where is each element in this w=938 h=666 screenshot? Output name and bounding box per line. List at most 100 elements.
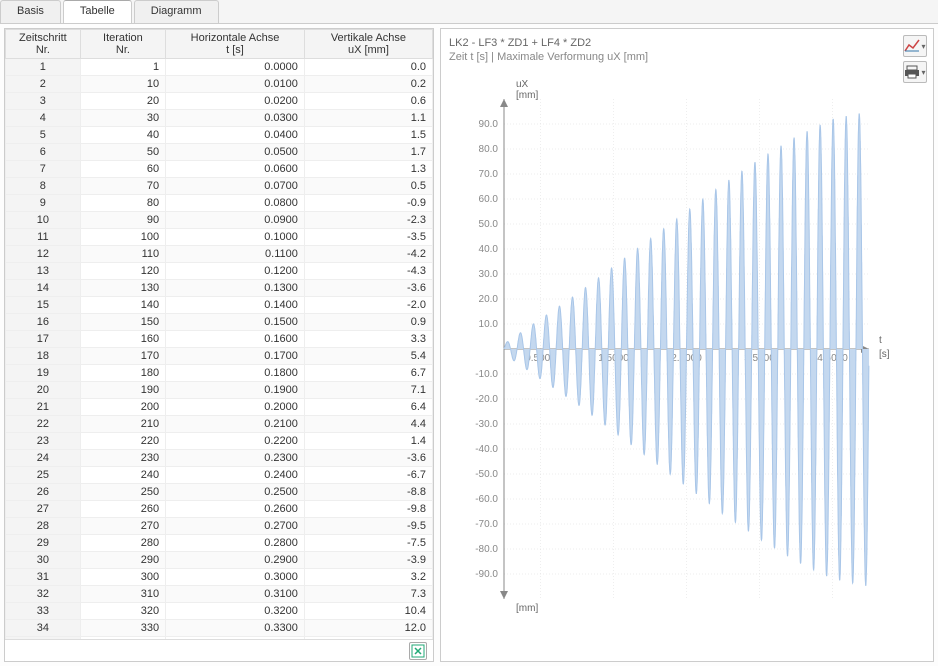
svg-text:t: t bbox=[879, 335, 882, 346]
table-row[interactable]: 4300.03001.1 bbox=[6, 110, 433, 127]
cell: 23 bbox=[6, 433, 81, 450]
cell: 0.0000 bbox=[166, 59, 305, 76]
cell: 4 bbox=[6, 110, 81, 127]
cell: 10.4 bbox=[304, 603, 432, 620]
cell: 0.2100 bbox=[166, 416, 305, 433]
cell: -4.2 bbox=[304, 246, 432, 263]
table-row[interactable]: 141300.1300-3.6 bbox=[6, 280, 433, 297]
cell: 1.3 bbox=[304, 161, 432, 178]
table-row[interactable]: 3200.02000.6 bbox=[6, 93, 433, 110]
cell: 0.1000 bbox=[166, 229, 305, 246]
cell: -3.6 bbox=[304, 280, 432, 297]
svg-text:70.0: 70.0 bbox=[479, 169, 499, 180]
cell: 170 bbox=[80, 348, 165, 365]
export-excel-button[interactable] bbox=[409, 642, 427, 660]
cell: 90 bbox=[80, 212, 165, 229]
data-table: ZeitschrittIterationHorizontale AchseVer… bbox=[5, 29, 433, 639]
chart-style-button[interactable]: ▾ bbox=[903, 35, 927, 57]
cell: 15 bbox=[6, 297, 81, 314]
table-row[interactable]: 343300.330012.0 bbox=[6, 620, 433, 637]
table-row[interactable]: 302900.2900-3.9 bbox=[6, 552, 433, 569]
cell: 0.2600 bbox=[166, 501, 305, 518]
svg-text:[mm]: [mm] bbox=[516, 603, 538, 614]
table-row[interactable]: 232200.22001.4 bbox=[6, 433, 433, 450]
table-row[interactable]: 151400.1400-2.0 bbox=[6, 297, 433, 314]
table-row[interactable]: 242300.2300-3.6 bbox=[6, 450, 433, 467]
cell: 0.6 bbox=[304, 93, 432, 110]
cell: -6.7 bbox=[304, 467, 432, 484]
table-row[interactable]: 282700.2700-9.5 bbox=[6, 518, 433, 535]
cell: -9.8 bbox=[304, 501, 432, 518]
chart-subtitle: Zeit t [s] | Maximale Verformung uX [mm] bbox=[449, 51, 925, 63]
cell: 30 bbox=[6, 552, 81, 569]
cell: -9.5 bbox=[304, 518, 432, 535]
cell: 1.7 bbox=[304, 144, 432, 161]
table-row[interactable]: 191800.18006.7 bbox=[6, 365, 433, 382]
table-row[interactable]: 333200.320010.4 bbox=[6, 603, 433, 620]
cell: 250 bbox=[80, 484, 165, 501]
table-row[interactable]: 111000.1000-3.5 bbox=[6, 229, 433, 246]
cell: 110 bbox=[80, 246, 165, 263]
cell: 7 bbox=[6, 161, 81, 178]
cell: 0.1900 bbox=[166, 382, 305, 399]
tab-tabelle[interactable]: Tabelle bbox=[63, 0, 132, 23]
cell: 160 bbox=[80, 331, 165, 348]
svg-text:-20.0: -20.0 bbox=[475, 394, 498, 405]
cell: 0.0400 bbox=[166, 127, 305, 144]
svg-text:-90.0: -90.0 bbox=[475, 569, 498, 580]
table-row[interactable]: 313000.30003.2 bbox=[6, 569, 433, 586]
cell: 310 bbox=[80, 586, 165, 603]
svg-text:-10.0: -10.0 bbox=[475, 369, 498, 380]
cell: 12.0 bbox=[304, 620, 432, 637]
table-row[interactable]: 212000.20006.4 bbox=[6, 399, 433, 416]
svg-text:[mm]: [mm] bbox=[516, 90, 538, 101]
table-row[interactable]: 131200.1200-4.3 bbox=[6, 263, 433, 280]
table-row[interactable]: 222100.21004.4 bbox=[6, 416, 433, 433]
cell: 20 bbox=[6, 382, 81, 399]
main-content: ZeitschrittIterationHorizontale AchseVer… bbox=[0, 24, 938, 666]
table-row[interactable]: 5400.04001.5 bbox=[6, 127, 433, 144]
cell: 190 bbox=[80, 382, 165, 399]
svg-text:90.0: 90.0 bbox=[479, 119, 499, 130]
table-row[interactable]: 201900.19007.1 bbox=[6, 382, 433, 399]
table-row[interactable]: 2100.01000.2 bbox=[6, 76, 433, 93]
col-header: Iteration bbox=[80, 30, 165, 45]
cell: 6.7 bbox=[304, 365, 432, 382]
cell: 0.3100 bbox=[166, 586, 305, 603]
table-row[interactable]: 8700.07000.5 bbox=[6, 178, 433, 195]
cell: 13 bbox=[6, 263, 81, 280]
chart-panel: LK2 - LF3 * ZD1 + LF4 * ZD2 Zeit t [s] |… bbox=[440, 28, 934, 662]
table-row[interactable]: 323100.31007.3 bbox=[6, 586, 433, 603]
table-row[interactable]: 252400.2400-6.7 bbox=[6, 467, 433, 484]
table-row[interactable]: 181700.17005.4 bbox=[6, 348, 433, 365]
tab-basis[interactable]: Basis bbox=[0, 0, 61, 23]
table-footer bbox=[5, 639, 433, 661]
table-row[interactable]: 7600.06001.3 bbox=[6, 161, 433, 178]
table-row[interactable]: 272600.2600-9.8 bbox=[6, 501, 433, 518]
cell: 0.0600 bbox=[166, 161, 305, 178]
table-row[interactable]: 121100.1100-4.2 bbox=[6, 246, 433, 263]
cell: 21 bbox=[6, 399, 81, 416]
cell: 130 bbox=[80, 280, 165, 297]
cell: 10 bbox=[6, 212, 81, 229]
svg-text:uX: uX bbox=[516, 79, 529, 90]
table-row[interactable]: 161500.15000.9 bbox=[6, 314, 433, 331]
cell: -0.9 bbox=[304, 195, 432, 212]
table-row[interactable]: 9800.0800-0.9 bbox=[6, 195, 433, 212]
table-scroll[interactable]: ZeitschrittIterationHorizontale AchseVer… bbox=[5, 29, 433, 639]
cell: 100 bbox=[80, 229, 165, 246]
cell: 40 bbox=[80, 127, 165, 144]
table-row[interactable]: 262500.2500-8.8 bbox=[6, 484, 433, 501]
cell: 330 bbox=[80, 620, 165, 637]
table-row[interactable]: 171600.16003.3 bbox=[6, 331, 433, 348]
table-row[interactable]: 110.00000.0 bbox=[6, 59, 433, 76]
cell: -3.9 bbox=[304, 552, 432, 569]
cell: 0.1300 bbox=[166, 280, 305, 297]
cell: 0.1700 bbox=[166, 348, 305, 365]
svg-text:-30.0: -30.0 bbox=[475, 419, 498, 430]
table-row[interactable]: 10900.0900-2.3 bbox=[6, 212, 433, 229]
table-row[interactable]: 6500.05001.7 bbox=[6, 144, 433, 161]
cell: -3.5 bbox=[304, 229, 432, 246]
table-row[interactable]: 292800.2800-7.5 bbox=[6, 535, 433, 552]
tab-diagramm[interactable]: Diagramm bbox=[134, 0, 219, 23]
